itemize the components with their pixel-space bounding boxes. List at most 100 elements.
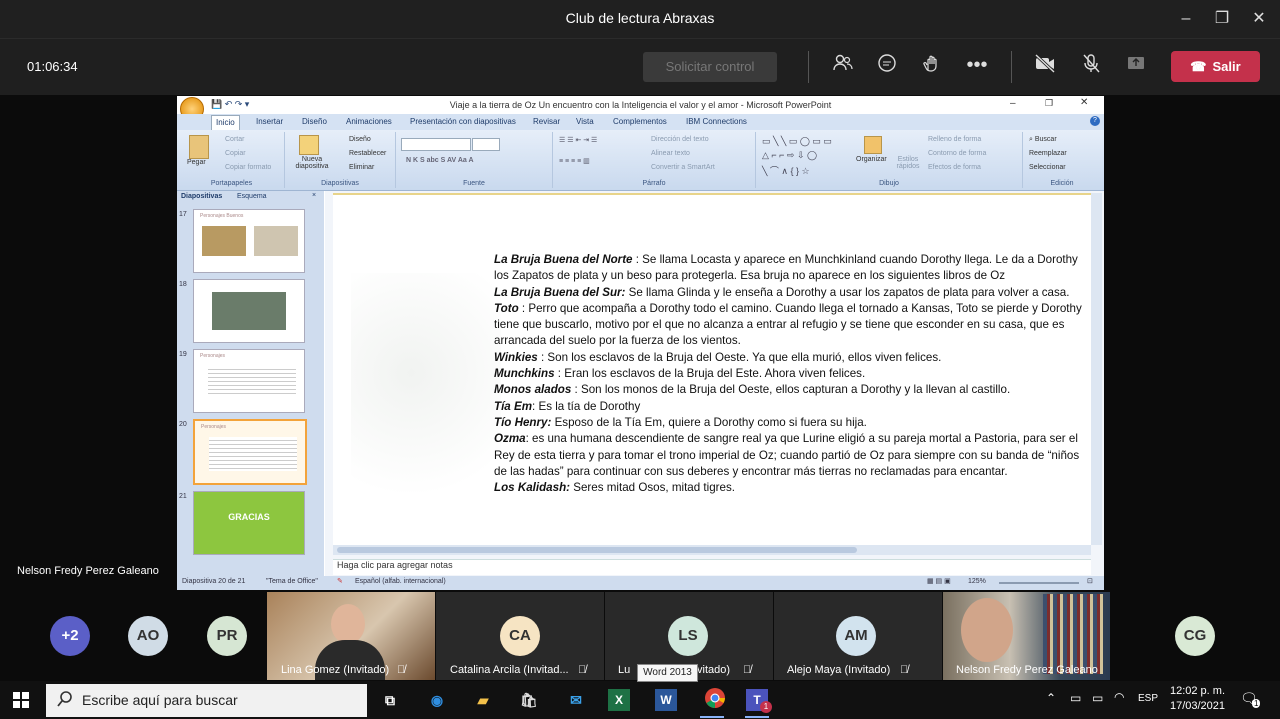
font-family-select[interactable] [401, 138, 471, 151]
horizontal-scrollbar[interactable] [333, 545, 1091, 555]
font-format-buttons[interactable]: N K S abc S AV Aa A [406, 157, 474, 164]
copiar-formato-button[interactable]: Copiar formato [225, 164, 271, 171]
word-icon[interactable]: W [655, 689, 677, 711]
convertir-smartart-button[interactable]: Convertir a SmartArt [651, 164, 715, 171]
avatar[interactable]: CG [1175, 616, 1215, 656]
align-buttons[interactable]: ≡ ≡ ≡ ≡ ▥ [559, 157, 590, 165]
cortar-button[interactable]: Cortar [225, 136, 244, 143]
tab-presentacion[interactable]: Presentación con diapositivas [410, 117, 516, 126]
shapes-gallery-row-2[interactable]: △ ⌐ ⌐ ⇨ ⇩ ◯ [762, 150, 817, 161]
language[interactable]: Español (alfab. internacional) [355, 578, 446, 585]
edge-icon[interactable]: ◉ [423, 687, 451, 713]
tab-esquema[interactable]: Esquema [237, 193, 267, 200]
restablecer-button[interactable]: Restablecer [349, 150, 386, 157]
language-indicator[interactable]: ESP [1138, 693, 1158, 704]
eliminar-button[interactable]: Eliminar [349, 164, 374, 171]
relleno-forma-button[interactable]: Relleno de forma [928, 136, 981, 143]
raise-hand-icon[interactable] [917, 52, 947, 82]
network-folder-icon[interactable]: ▭ [1070, 691, 1081, 705]
copiar-button[interactable]: Copiar [225, 150, 246, 157]
fit-window-icon[interactable]: ⊡ [1087, 577, 1093, 585]
tab-diapositivas[interactable]: Diapositivas [181, 193, 222, 200]
chat-icon[interactable] [872, 52, 902, 82]
direccion-texto-button[interactable]: Dirección del texto [651, 136, 709, 143]
list-buttons[interactable]: ☰ ☰ ⇤ ⇥ ☰ [559, 136, 597, 144]
store-icon[interactable]: 🛍 [515, 687, 543, 713]
slide-thumbnail-20-selected[interactable]: Personajes [193, 419, 307, 485]
video-tile-nelson[interactable]: Nelson Fredy Perez Galeano [943, 592, 1110, 680]
new-slide-icon[interactable] [299, 135, 319, 155]
pp-minimize-icon[interactable]: – [1010, 98, 1016, 109]
buscar-button[interactable]: ⌕ Buscar [1029, 136, 1057, 144]
mail-icon[interactable]: ✉ [562, 687, 590, 713]
tray-expand-icon[interactable]: ⌃ [1046, 691, 1056, 705]
scrollbar-thumb[interactable] [337, 547, 857, 553]
mic-muted-icon[interactable] [1076, 52, 1106, 82]
avatar[interactable]: AO [128, 616, 168, 656]
paste-icon[interactable] [189, 135, 209, 159]
video-tile-lina[interactable]: Lina Gomez (Invitado) 🎙̸ [267, 592, 435, 680]
clock[interactable]: 12:02 p. m. 17/03/2021 [1165, 684, 1230, 714]
minimize-icon[interactable]: – [1173, 6, 1199, 32]
tab-diseno[interactable]: Diseño [302, 117, 327, 126]
help-icon[interactable]: ? [1090, 116, 1100, 126]
windows-start-icon[interactable] [13, 692, 29, 713]
pane-tabs: Diapositivas Esquema × [177, 191, 324, 204]
shapes-gallery[interactable]: ▭ ╲ ╲ ▭ ◯ ▭ ▭ [762, 136, 832, 147]
participants-icon[interactable] [828, 52, 858, 82]
estilos-rapidos-button[interactable]: Estilos rápidos [894, 156, 922, 170]
file-explorer-icon[interactable]: ▰ [469, 687, 497, 713]
organize-icon[interactable] [864, 136, 882, 154]
battery-icon[interactable]: ▭ [1092, 691, 1103, 705]
close-pane-icon[interactable]: × [312, 192, 316, 199]
reemplazar-button[interactable]: Reemplazar [1029, 150, 1067, 157]
seleccionar-button[interactable]: Seleccionar [1029, 164, 1066, 171]
taskbar-search[interactable]: Escribe aquí para buscar [46, 684, 367, 717]
tab-animaciones[interactable]: Animaciones [346, 117, 392, 126]
shapes-gallery-row-3[interactable]: ╲ ⌒ ∧ { } ☆ [762, 164, 810, 177]
view-buttons[interactable]: ▦ ▤ ▣ [927, 577, 951, 585]
share-tray-icon[interactable] [1121, 52, 1151, 82]
excel-icon[interactable]: X [608, 689, 630, 711]
slide-thumbnail-17[interactable]: Personajes Buenos [193, 209, 305, 273]
font-size-select[interactable] [472, 138, 500, 151]
diseno-button[interactable]: Diseño [349, 136, 371, 143]
current-slide[interactable]: La Bruja Buena del Norte : Se llama Loca… [333, 193, 1091, 545]
request-control-button[interactable]: Solicitar control [643, 52, 777, 82]
maximize-icon[interactable]: ❐ [1209, 6, 1235, 32]
alinear-texto-button[interactable]: Alinear texto [651, 150, 690, 157]
tile-alejo[interactable]: AM Alejo Maya (Invitado) 🎙̸ [774, 592, 942, 680]
efectos-forma-button[interactable]: Efectos de forma [928, 164, 981, 171]
tab-inicio[interactable]: Inicio [211, 115, 240, 130]
wifi-icon[interactable]: ◠ [1114, 690, 1124, 704]
pegar-button[interactable]: Pegar [187, 159, 206, 166]
leave-button[interactable]: ☎ Salir [1171, 51, 1260, 82]
pp-restore-icon[interactable]: ❐ [1045, 98, 1053, 109]
nueva-diapositiva-button[interactable]: Nueva diapositiva [289, 156, 335, 170]
slide-number: 19 [179, 351, 187, 358]
notes-pane[interactable]: Haga clic para agregar notas [333, 559, 1091, 575]
chrome-icon[interactable] [701, 687, 729, 713]
tab-revisar[interactable]: Revisar [533, 117, 560, 126]
zoom-slider[interactable] [999, 582, 1079, 584]
more-options-icon[interactable]: ••• [962, 52, 992, 82]
spellcheck-icon[interactable]: ✎ [337, 577, 343, 585]
camera-off-icon[interactable] [1030, 52, 1060, 82]
tab-vista[interactable]: Vista [576, 117, 594, 126]
tab-complementos[interactable]: Complementos [613, 117, 667, 126]
slide-thumbnail-18[interactable] [193, 279, 305, 343]
task-view-icon[interactable]: ⧉ [376, 687, 404, 713]
close-icon[interactable]: ✕ [1246, 6, 1272, 32]
slide-thumbnail-19[interactable]: Personajes [193, 349, 305, 413]
tab-insertar[interactable]: Insertar [256, 117, 283, 126]
vertical-scrollbar[interactable] [1091, 193, 1102, 545]
slide-thumbnail-21[interactable]: GRACIAS [193, 491, 305, 555]
contorno-forma-button[interactable]: Contorno de forma [928, 150, 986, 157]
organizar-button[interactable]: Organizar [856, 156, 887, 163]
overflow-participants[interactable]: +2 [50, 616, 90, 656]
pp-close-icon[interactable]: ✕ [1080, 97, 1088, 108]
watermark-decoration [351, 273, 501, 523]
tab-ibm-connections[interactable]: IBM Connections [686, 117, 747, 126]
avatar[interactable]: PR [207, 616, 247, 656]
tile-catalina[interactable]: CA Catalina Arcila (Invitad... 🎙̸ [436, 592, 604, 680]
